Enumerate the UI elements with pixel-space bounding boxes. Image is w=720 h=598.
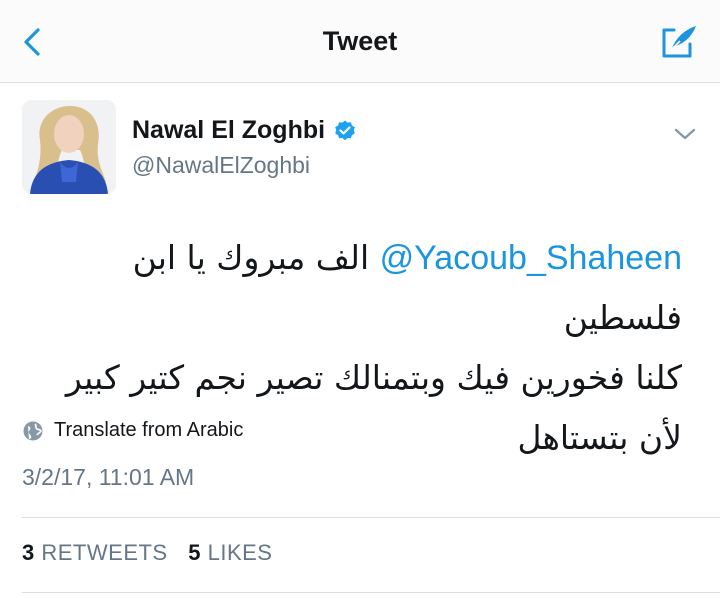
author-name[interactable]: Nawal El Zoghbi: [132, 116, 325, 145]
avatar[interactable]: [22, 100, 116, 194]
tweet-options-button[interactable]: [672, 124, 698, 144]
tweet-timestamp: 3/2/17, 11:01 AM: [22, 464, 195, 490]
chevron-down-icon: [674, 128, 696, 140]
translate-button[interactable]: Translate from Arabic: [22, 419, 243, 442]
mention-link[interactable]: @Yacoub_Shaheen: [380, 239, 682, 277]
tweet-stats: 3 RETWEETS 5 LIKES: [22, 540, 286, 566]
globe-icon: [23, 421, 43, 440]
verified-badge-icon: [335, 120, 355, 140]
profile-photo: [22, 100, 116, 194]
author-name-row[interactable]: Nawal El Zoghbi: [132, 116, 357, 145]
compose-button[interactable]: [656, 18, 702, 64]
likes-stat[interactable]: 5 LIKES: [188, 540, 272, 565]
divider: [22, 592, 720, 593]
navigation-bar: Tweet: [0, 0, 720, 83]
tweet-text-body: كلنا فخورين فيك وبتمنالك تصير نجم كتير ك…: [65, 358, 682, 457]
retweets-stat[interactable]: 3 RETWEETS: [22, 540, 168, 565]
retweets-label: RETWEETS: [41, 540, 168, 565]
compose-icon: [662, 26, 696, 58]
translate-label[interactable]: Translate from Arabic: [54, 419, 243, 442]
author-handle[interactable]: @NawalElZoghbi: [132, 152, 310, 179]
divider: [22, 517, 720, 518]
likes-count: 5: [188, 540, 201, 565]
likes-label: LIKES: [207, 540, 273, 565]
retweets-count: 3: [22, 540, 35, 565]
page-title: Tweet: [322, 26, 398, 56]
